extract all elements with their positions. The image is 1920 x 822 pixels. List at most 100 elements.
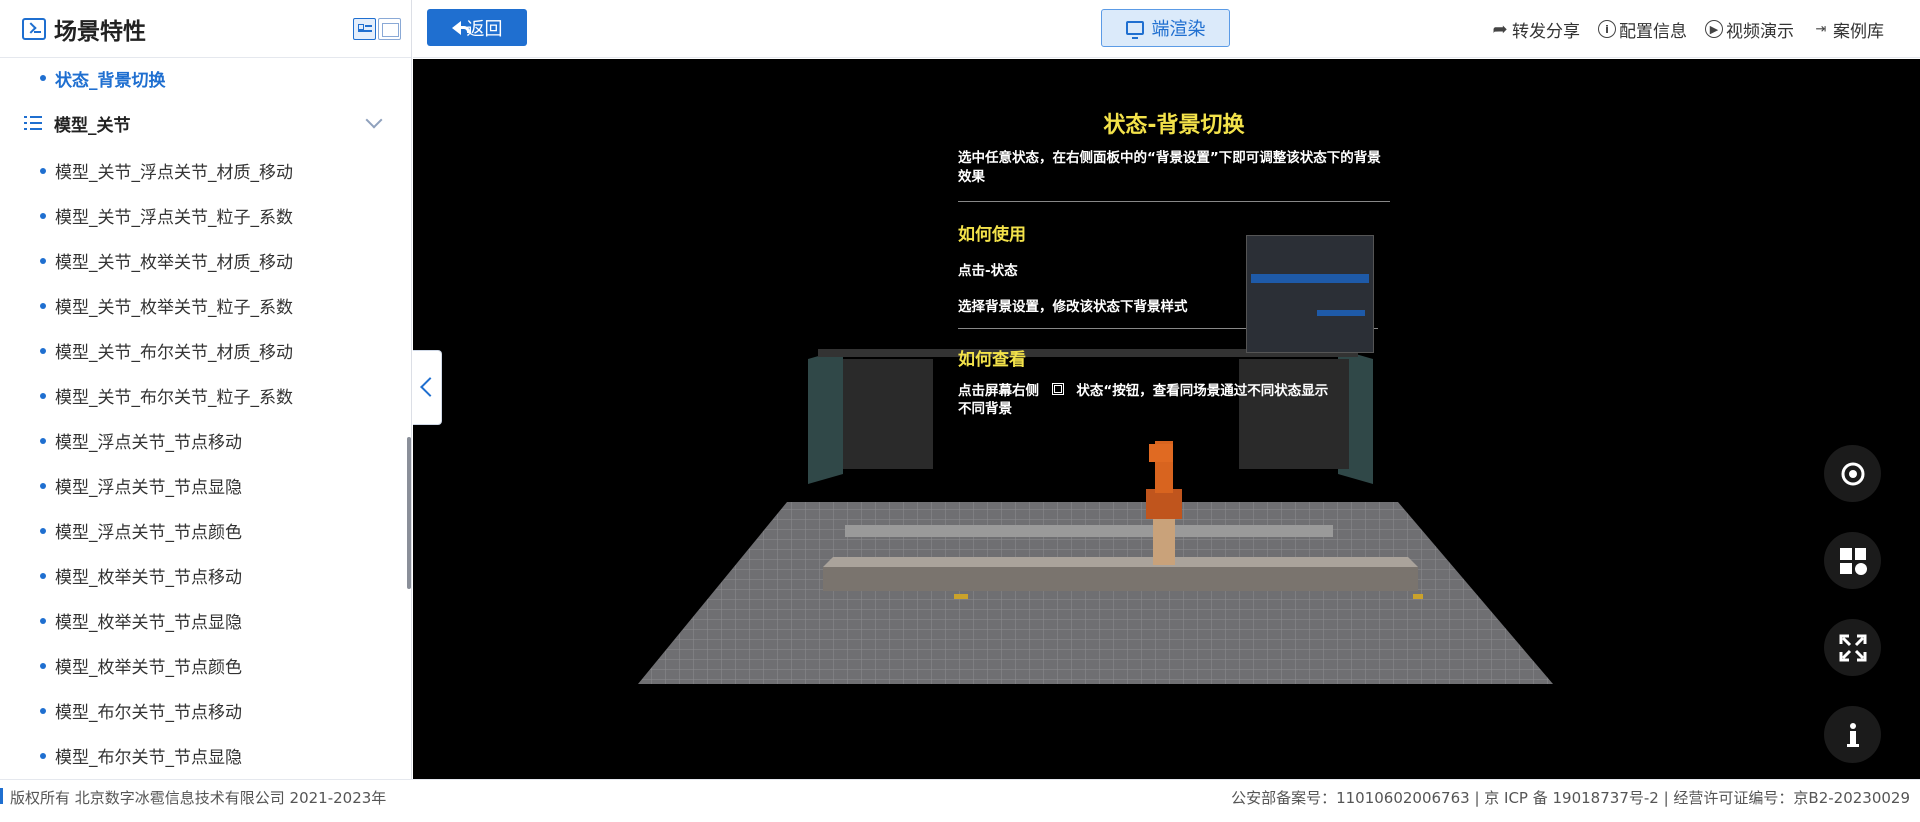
list-view-icon[interactable] bbox=[353, 18, 376, 40]
case-library-button[interactable]: ⇥ 案例库 bbox=[1812, 17, 1884, 42]
sidebar-item[interactable]: 模型_浮点关节_节点移动 bbox=[0, 418, 408, 463]
sidebar-item[interactable]: 模型_枚举关节_节点移动 bbox=[0, 553, 408, 598]
share-button[interactable]: ➦ 转发分享 bbox=[1491, 17, 1580, 42]
sidebar-header: 场景特性 bbox=[0, 0, 411, 58]
rail bbox=[845, 525, 1333, 537]
config-info-button[interactable]: i 配置信息 bbox=[1598, 17, 1687, 42]
bullet bbox=[40, 347, 46, 354]
hud-view-text-c: 不同背景 bbox=[958, 401, 1012, 417]
sidebar-item-label: 模型_布尔关节_节点显隐 bbox=[55, 748, 242, 768]
bullet bbox=[40, 257, 46, 264]
sidebar-item[interactable]: 模型_关节_枚举关节_材质_移动 bbox=[0, 238, 408, 283]
play-icon: ▶ bbox=[1705, 20, 1723, 38]
terminal-logo-icon bbox=[22, 17, 46, 40]
topbar: 返回 端渲染 ➦ 转发分享 i 配置信息 ▶ 视频演示 ⇥ 案例库 bbox=[413, 0, 1920, 58]
copyright-text: 版权所有 北京数字冰雹信息技术有限公司 2021-2023年 bbox=[10, 789, 387, 807]
hud-panel: 状态-背景切换 选中任意状态，在右侧面板中的“背景设置”下即可调整该状态下的背景… bbox=[958, 107, 1390, 418]
mini-panel-screenshot bbox=[1246, 235, 1374, 353]
sidebar-item-label: 模型_关节_浮点关节_粒子_系数 bbox=[55, 208, 293, 228]
layout-button[interactable] bbox=[1824, 532, 1881, 589]
sidebar-item-label: 模型_关节_枚举关节_材质_移动 bbox=[55, 253, 293, 273]
mini-panel-highlight bbox=[1251, 274, 1369, 283]
hud-view-text: 点击屏幕右侧 状态“按钮，查看同场景通过不同状态显示 bbox=[958, 382, 1390, 400]
fullscreen-icon bbox=[1839, 634, 1866, 661]
bullet bbox=[40, 572, 46, 579]
robot-pedestal bbox=[1153, 517, 1175, 565]
sidebar-item-label: 模型_关节_枚举关节_粒子_系数 bbox=[55, 298, 293, 318]
glass-panel bbox=[808, 349, 843, 484]
rotate-view-button[interactable] bbox=[1824, 445, 1881, 502]
sidebar-item[interactable]: 模型_浮点关节_节点颜色 bbox=[0, 508, 408, 553]
hud-title: 状态-背景切换 bbox=[1103, 113, 1245, 138]
robot-head bbox=[1149, 444, 1173, 462]
scene-viewport[interactable]: 状态-背景切换 选中任意状态，在右侧面板中的“背景设置”下即可调整该状态下的背景… bbox=[413, 59, 1920, 779]
bullet bbox=[40, 617, 46, 624]
sidebar-item-label: 模型_枚举关节_节点移动 bbox=[55, 568, 242, 588]
list-icon bbox=[24, 116, 42, 130]
sidebar-item[interactable]: 模型_关节_布尔关节_粒子_系数 bbox=[0, 373, 408, 418]
sidebar-group-label: 模型_关节 bbox=[54, 115, 131, 136]
video-demo-label: 视频演示 bbox=[1726, 21, 1794, 42]
floor-marker bbox=[954, 594, 968, 599]
platform bbox=[823, 567, 1418, 591]
sidebar-item-label: 模型_浮点关节_节点颜色 bbox=[55, 523, 242, 543]
image-view-icon[interactable] bbox=[378, 18, 401, 40]
robot-base bbox=[1146, 489, 1182, 519]
app-root: 场景特性 状态_背景切换 模型_关节 模型_关节_浮点关节_材质_移动 模型_关… bbox=[0, 0, 1920, 822]
sidebar-item-label: 模型_枚举关节_节点显隐 bbox=[55, 613, 242, 633]
sidebar-group-model-joint[interactable]: 模型_关节 bbox=[0, 98, 408, 148]
bullet bbox=[40, 75, 46, 81]
back-button[interactable]: 返回 bbox=[427, 9, 527, 46]
sidebar-list: 状态_背景切换 模型_关节 模型_关节_浮点关节_材质_移动 模型_关节_浮点关… bbox=[0, 58, 408, 778]
back-panel bbox=[843, 359, 933, 469]
sidebar-title: 场景特性 bbox=[54, 18, 146, 45]
bullet bbox=[40, 752, 46, 759]
video-demo-button[interactable]: ▶ 视频演示 bbox=[1705, 17, 1794, 42]
sidebar-item[interactable]: 模型_关节_布尔关节_材质_移动 bbox=[0, 328, 408, 373]
hud-description: 选中任意状态，在右侧面板中的“背景设置”下即可调整该状态下的背景效果 bbox=[958, 149, 1390, 202]
layout-icon bbox=[1839, 547, 1867, 575]
bullet bbox=[40, 482, 46, 489]
footer-accent bbox=[0, 788, 3, 804]
mini-panel-button bbox=[1317, 310, 1365, 316]
bullet bbox=[40, 707, 46, 714]
info-button[interactable] bbox=[1824, 706, 1881, 763]
sidebar-item[interactable]: 模型_浮点关节_节点显隐 bbox=[0, 463, 408, 508]
sidebar-scrollbar[interactable] bbox=[407, 437, 411, 589]
bullet bbox=[40, 302, 46, 309]
bullet bbox=[40, 437, 46, 444]
bullet bbox=[40, 167, 46, 174]
info-circle-icon bbox=[1846, 722, 1859, 747]
sidebar-item-label: 模型_关节_布尔关节_粒子_系数 bbox=[55, 388, 293, 408]
render-mode-label: 端渲染 bbox=[1151, 19, 1206, 40]
sidebar-item[interactable]: 模型_枚举关节_节点显隐 bbox=[0, 598, 408, 643]
rotate-view-icon bbox=[1841, 462, 1864, 485]
sidebar-item[interactable]: 模型_枚举关节_节点颜色 bbox=[0, 643, 408, 688]
sidebar-item-label: 状态_背景切换 bbox=[55, 70, 166, 91]
sidebar-item[interactable]: 模型_关节_枚举关节_粒子_系数 bbox=[0, 283, 408, 328]
info-icon: i bbox=[1598, 20, 1616, 38]
sidebar-item[interactable]: 模型_布尔关节_节点显隐 bbox=[0, 733, 408, 778]
footer: 版权所有 北京数字冰雹信息技术有限公司 2021-2023年 公安部备案号：11… bbox=[0, 779, 1920, 822]
render-mode-button[interactable]: 端渲染 bbox=[1101, 9, 1230, 47]
bullet bbox=[40, 527, 46, 534]
sidebar-item-label: 模型_布尔关节_节点移动 bbox=[55, 703, 242, 723]
platform-top bbox=[823, 557, 1418, 567]
sidebar-item-active[interactable]: 状态_背景切换 bbox=[0, 58, 408, 98]
export-icon: ⇥ bbox=[1815, 21, 1827, 37]
sidebar-item[interactable]: 模型_布尔关节_节点移动 bbox=[0, 688, 408, 733]
share-icon: ➦ bbox=[1492, 18, 1508, 40]
grid-icon bbox=[1051, 383, 1064, 395]
sidebar-item[interactable]: 模型_关节_浮点关节_材质_移动 bbox=[0, 148, 408, 193]
chevron-down-icon[interactable] bbox=[365, 111, 383, 129]
sidebar: 场景特性 状态_背景切换 模型_关节 模型_关节_浮点关节_材质_移动 模型_关… bbox=[0, 0, 412, 779]
bullet bbox=[40, 212, 46, 219]
collapse-sidebar-button[interactable] bbox=[413, 350, 442, 425]
sidebar-item-label: 模型_浮点关节_节点移动 bbox=[55, 433, 242, 453]
monitor-icon bbox=[1125, 21, 1144, 39]
fullscreen-button[interactable] bbox=[1824, 619, 1881, 676]
sidebar-item-label: 模型_浮点关节_节点显隐 bbox=[55, 478, 242, 498]
floor-marker bbox=[1413, 594, 1423, 599]
sidebar-item[interactable]: 模型_关节_浮点关节_粒子_系数 bbox=[0, 193, 408, 238]
top-actions: ➦ 转发分享 i 配置信息 ▶ 视频演示 ⇥ 案例库 bbox=[1491, 0, 1884, 58]
